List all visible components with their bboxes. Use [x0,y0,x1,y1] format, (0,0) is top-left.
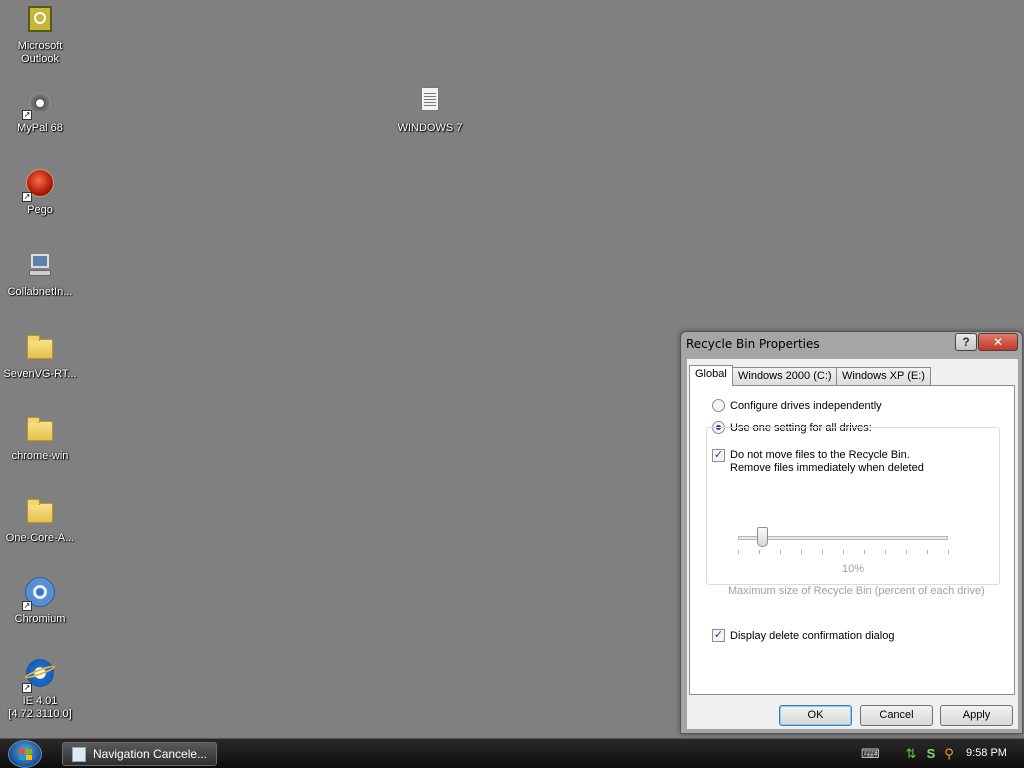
slider-track[interactable] [738,536,948,540]
checkbox-do-not-move[interactable]: ✓ Do not move files to the Recycle Bin. … [712,449,924,475]
outlook-icon [24,4,56,36]
document-icon [72,747,86,762]
ie-icon: ↗ [22,659,57,693]
taskbar: Navigation Cancele... ⌨ ⇅ S ⚲ 9:58 PM [0,738,1024,768]
cancel-button[interactable]: Cancel [860,705,933,726]
desktop-icon-label: chrome-win [11,450,69,462]
desktop-icon-label: Chromium [14,613,66,625]
help-button[interactable]: ? [955,333,977,351]
shortcut-arrow-icon: ↗ [22,683,32,693]
desktop-icon-chrome-win[interactable]: chrome-win [0,414,80,463]
start-button[interactable] [8,740,42,768]
raccoon-icon: ↗ [22,86,56,120]
taskbar-button-label: Navigation Cancele... [93,747,208,761]
desktop-icon-ie[interactable]: ↗ IE 4.01 [4.72.3110.0] [0,659,80,721]
slider-tick [948,550,949,554]
ok-button[interactable]: OK [779,705,852,726]
shortcut-arrow-icon: ↗ [22,110,32,120]
desktop-icon-sevenvg[interactable]: SevenVG-RT... [0,332,80,381]
folder-icon [24,496,56,528]
slider-percent-label: 10% [841,563,865,575]
checkbox-label-line1: Do not move files to the Recycle Bin. [730,449,910,461]
folder-icon [24,414,56,446]
desktop-icon-label: IE 4.01 [4.72.3110.0] [8,695,72,720]
desktop-icon-one-core[interactable]: One-Core-A... [0,496,80,545]
shortcut-arrow-icon: ↗ [22,601,32,611]
tab-windows-xp-e[interactable]: Windows XP (E:) [836,367,931,385]
desktop-icon-collabnet[interactable]: CollabnetIn... [0,250,80,299]
desktop-icon-label: Pego [27,204,53,216]
desktop-icon-label: SevenVG-RT... [3,368,77,380]
slider-tick [885,550,886,554]
text-file-icon [414,86,446,118]
slider-tick [843,550,844,554]
desktop-icon-label: MyPal 68 [17,122,63,134]
dialog-client-area: Global Windows 2000 (C:) Windows XP (E:)… [687,359,1018,729]
radio-button[interactable] [712,399,725,412]
keyboard-icon[interactable]: ⌨ [861,746,880,762]
slider-tick [822,550,823,554]
global-tab-panel: Configure drives independently Use one s… [689,385,1015,695]
desktop-icon-label: Microsoft Outlook [17,40,63,65]
slider-tick [780,550,781,554]
desktop-icon-microsoft-outlook[interactable]: Microsoft Outlook [0,4,80,66]
slider-thumb[interactable] [757,527,768,547]
checkbox-label: Display delete confirmation dialog [730,629,895,642]
recycle-bin-properties-dialog: Recycle Bin Properties ? ✕ Global Window… [680,331,1023,734]
folder-icon [24,332,56,364]
desktop: Microsoft Outlook ↗ MyPal 68 ↗ Pego Coll… [0,0,1024,738]
chromium-icon: ↗ [22,577,56,611]
desktop-icon-mypal[interactable]: ↗ MyPal 68 [0,86,80,135]
checkbox-label-line2: Remove files immediately when deleted [730,462,924,474]
radio-configure-independently[interactable]: Configure drives independently [712,399,882,412]
desktop-icon-pego[interactable]: ↗ Pego [0,168,80,217]
taskbar-button-navigation-canceled[interactable]: Navigation Cancele... [62,742,217,766]
checkbox-label: Do not move files to the Recycle Bin. Re… [730,449,924,475]
slider-tick [927,550,928,554]
slider-caption: Maximum size of Recycle Bin (percent of … [728,585,985,597]
computer-icon [24,250,56,282]
windows-logo-icon [19,749,33,761]
desktop-icon-label: WINDOWS 7 [397,122,463,134]
desktop-icon-chromium[interactable]: ↗ Chromium [0,577,80,626]
shortcut-arrow-icon: ↗ [22,192,32,202]
checkbox-display-confirmation[interactable]: ✓ Display delete confirmation dialog [712,629,894,642]
tab-windows-2000-c[interactable]: Windows 2000 (C:) [732,367,838,385]
checkbox[interactable]: ✓ [712,629,725,642]
desktop-icon-label: CollabnetIn... [7,286,73,298]
apply-button[interactable]: Apply [940,705,1013,726]
dialog-title: Recycle Bin Properties [686,337,820,351]
clock[interactable]: 9:58 PM [966,747,1007,759]
slider-tick [738,550,739,554]
desktop-icon-label: One-Core-A... [5,532,75,544]
slider-tick [801,550,802,554]
checkbox[interactable]: ✓ [712,449,725,462]
slider-tick [759,550,760,554]
radio-label: Configure drives independently [730,399,882,412]
slider-tick [864,550,865,554]
pego-icon: ↗ [22,168,56,202]
tab-global[interactable]: Global [689,365,733,386]
network-icon[interactable]: ⇅ [903,746,919,762]
slider-tick [906,550,907,554]
close-button[interactable]: ✕ [978,333,1018,351]
desktop-icon-windows-7[interactable]: WINDOWS 7 [390,86,470,135]
search-icon[interactable]: ⚲ [941,746,957,762]
app-tray-icon[interactable]: S [923,746,939,762]
